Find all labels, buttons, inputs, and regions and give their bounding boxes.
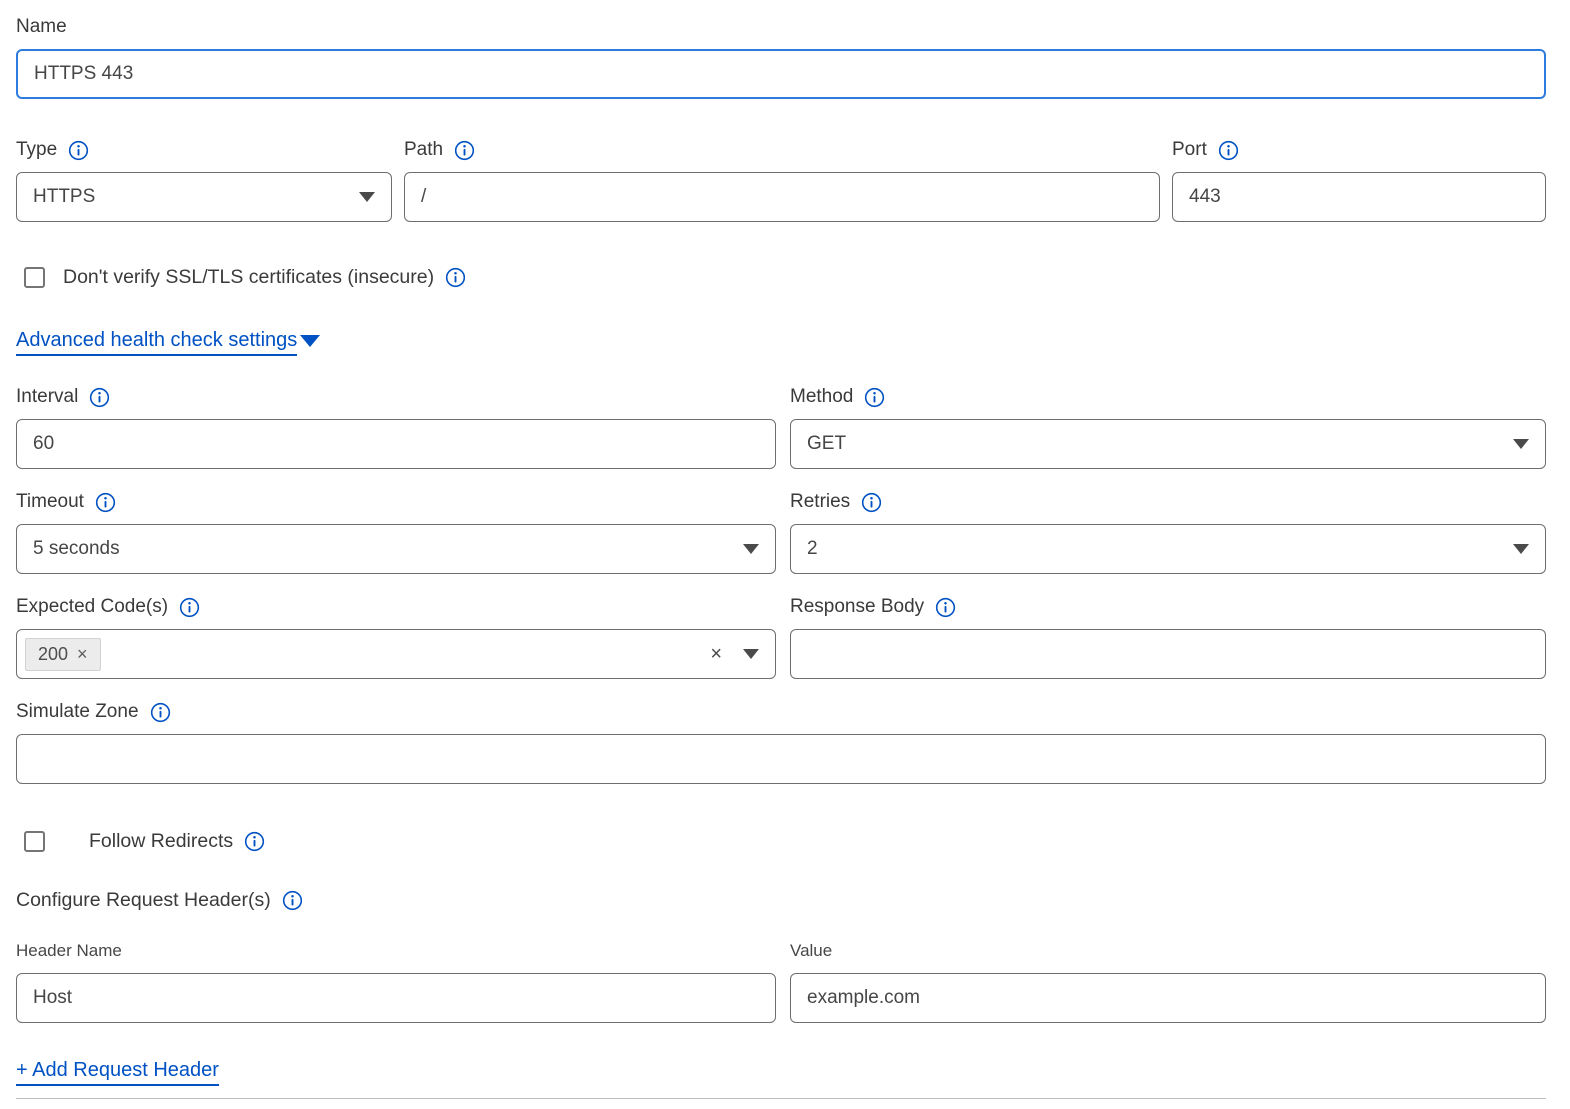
chevron-down-icon xyxy=(300,335,320,347)
path-input[interactable] xyxy=(404,172,1160,222)
timeout-retries-row: Timeout 5 seconds Retries 2 xyxy=(16,489,1546,574)
response-body-input[interactable] xyxy=(790,629,1546,679)
type-label: Type xyxy=(16,139,57,161)
type-select[interactable]: HTTPS xyxy=(16,172,392,222)
interval-field: Interval xyxy=(16,384,776,469)
follow-redirects-label: Follow Redirects xyxy=(89,830,233,853)
method-label: Method xyxy=(790,386,853,408)
add-header-row: + Add Request Header xyxy=(16,1059,1546,1082)
header-value-field: Value xyxy=(790,938,1546,1023)
info-icon[interactable] xyxy=(1218,140,1239,161)
advanced-settings-row: Advanced health check settings xyxy=(16,329,1546,352)
section-divider xyxy=(16,1098,1546,1099)
retries-field: Retries 2 xyxy=(790,489,1546,574)
follow-redirects-row: Follow Redirects xyxy=(16,830,1546,853)
info-icon[interactable] xyxy=(150,702,171,723)
configure-headers-label: Configure Request Header(s) xyxy=(16,889,271,912)
expected-codes-multiselect[interactable]: 200 × × xyxy=(16,629,776,679)
simulate-zone-input[interactable] xyxy=(16,734,1546,784)
port-label: Port xyxy=(1172,139,1207,161)
follow-redirects-checkbox[interactable] xyxy=(24,831,45,852)
info-icon[interactable] xyxy=(95,492,116,513)
info-icon[interactable] xyxy=(282,890,303,911)
port-field: Port xyxy=(1172,137,1546,222)
header-value-input[interactable] xyxy=(790,973,1546,1023)
codes-body-row: Expected Code(s) 200 × × Response Body xyxy=(16,594,1546,679)
port-input[interactable] xyxy=(1172,172,1546,222)
interval-label: Interval xyxy=(16,386,78,408)
retries-label: Retries xyxy=(790,491,850,513)
chevron-down-icon xyxy=(743,544,759,554)
advanced-settings-link[interactable]: Advanced health check settings xyxy=(16,329,320,352)
info-icon[interactable] xyxy=(445,267,466,288)
ssl-verify-checkbox[interactable] xyxy=(24,267,45,288)
add-request-header-link-text: + Add Request Header xyxy=(16,1059,219,1086)
method-select-value: GET xyxy=(807,433,846,455)
remove-tag-icon[interactable]: × xyxy=(77,645,88,663)
simulate-zone-label: Simulate Zone xyxy=(16,701,139,723)
timeout-select[interactable]: 5 seconds xyxy=(16,524,776,574)
header-name-column-label: Header Name xyxy=(16,941,122,961)
info-icon[interactable] xyxy=(454,140,475,161)
type-select-value: HTTPS xyxy=(33,186,95,208)
chevron-down-icon xyxy=(1513,544,1529,554)
retries-select[interactable]: 2 xyxy=(790,524,1546,574)
method-select[interactable]: GET xyxy=(790,419,1546,469)
path-label: Path xyxy=(404,139,443,161)
retries-select-value: 2 xyxy=(807,538,818,560)
chevron-down-icon xyxy=(359,192,375,202)
info-icon[interactable] xyxy=(179,597,200,618)
header-name-field: Header Name xyxy=(16,938,776,1023)
timeout-label: Timeout xyxy=(16,491,84,513)
header-value-column-label: Value xyxy=(790,941,832,961)
add-request-header-link[interactable]: + Add Request Header xyxy=(16,1059,219,1086)
health-check-form: Name Type HTTPS Path xyxy=(0,0,1570,1109)
expected-codes-field: Expected Code(s) 200 × × xyxy=(16,594,776,679)
code-tag: 200 × xyxy=(25,638,101,671)
info-icon[interactable] xyxy=(864,387,885,408)
info-icon[interactable] xyxy=(935,597,956,618)
header-name-input[interactable] xyxy=(16,973,776,1023)
path-field: Path xyxy=(404,137,1160,222)
interval-method-row: Interval Method GET xyxy=(16,384,1546,469)
method-field: Method GET xyxy=(790,384,1546,469)
advanced-settings-link-text: Advanced health check settings xyxy=(16,329,297,356)
name-label: Name xyxy=(16,16,67,38)
ssl-verify-row: Don't verify SSL/TLS certificates (insec… xyxy=(16,266,1546,289)
ssl-verify-label: Don't verify SSL/TLS certificates (insec… xyxy=(63,266,434,289)
response-body-label: Response Body xyxy=(790,596,924,618)
info-icon[interactable] xyxy=(861,492,882,513)
expected-codes-label: Expected Code(s) xyxy=(16,596,168,618)
simulate-zone-field: Simulate Zone xyxy=(16,699,1546,784)
name-input[interactable] xyxy=(16,49,1546,99)
response-body-field: Response Body xyxy=(790,594,1546,679)
header-row: Header Name Value xyxy=(16,938,1546,1023)
info-icon[interactable] xyxy=(244,831,265,852)
request-headers-section-label: Configure Request Header(s) xyxy=(16,889,1546,912)
timeout-select-value: 5 seconds xyxy=(33,538,120,560)
type-field: Type HTTPS xyxy=(16,137,392,222)
chevron-down-icon xyxy=(1513,439,1529,449)
clear-all-icon[interactable]: × xyxy=(710,644,722,664)
code-tag-value: 200 xyxy=(38,644,68,665)
type-path-port-row: Type HTTPS Path Port xyxy=(16,137,1546,222)
info-icon[interactable] xyxy=(89,387,110,408)
info-icon[interactable] xyxy=(68,140,89,161)
name-field: Name xyxy=(16,14,1546,99)
chevron-down-icon[interactable] xyxy=(743,649,759,659)
timeout-field: Timeout 5 seconds xyxy=(16,489,776,574)
interval-input[interactable] xyxy=(16,419,776,469)
